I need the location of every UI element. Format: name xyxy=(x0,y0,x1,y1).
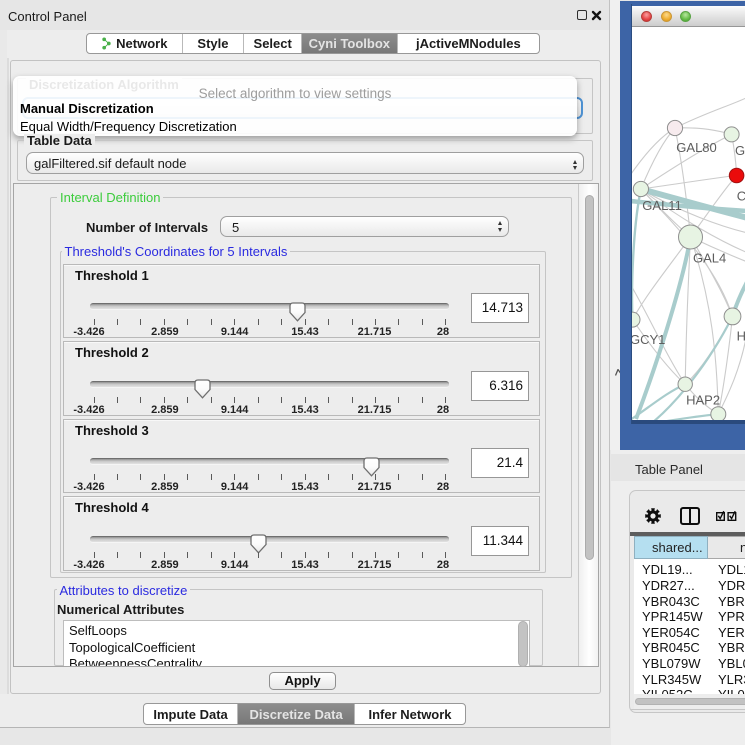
svg-text:G...: G... xyxy=(735,143,745,158)
svg-text:HAP2: HAP2 xyxy=(686,393,720,408)
svg-text:GAL80: GAL80 xyxy=(676,140,716,155)
svg-text:GAL4: GAL4 xyxy=(693,250,726,265)
svg-text:HIS4: HIS4 xyxy=(737,329,745,344)
svg-text:GCY1: GCY1 xyxy=(632,332,665,347)
svg-text:GAL11: GAL11 xyxy=(642,198,682,213)
svg-text:C...: C... xyxy=(737,189,745,204)
